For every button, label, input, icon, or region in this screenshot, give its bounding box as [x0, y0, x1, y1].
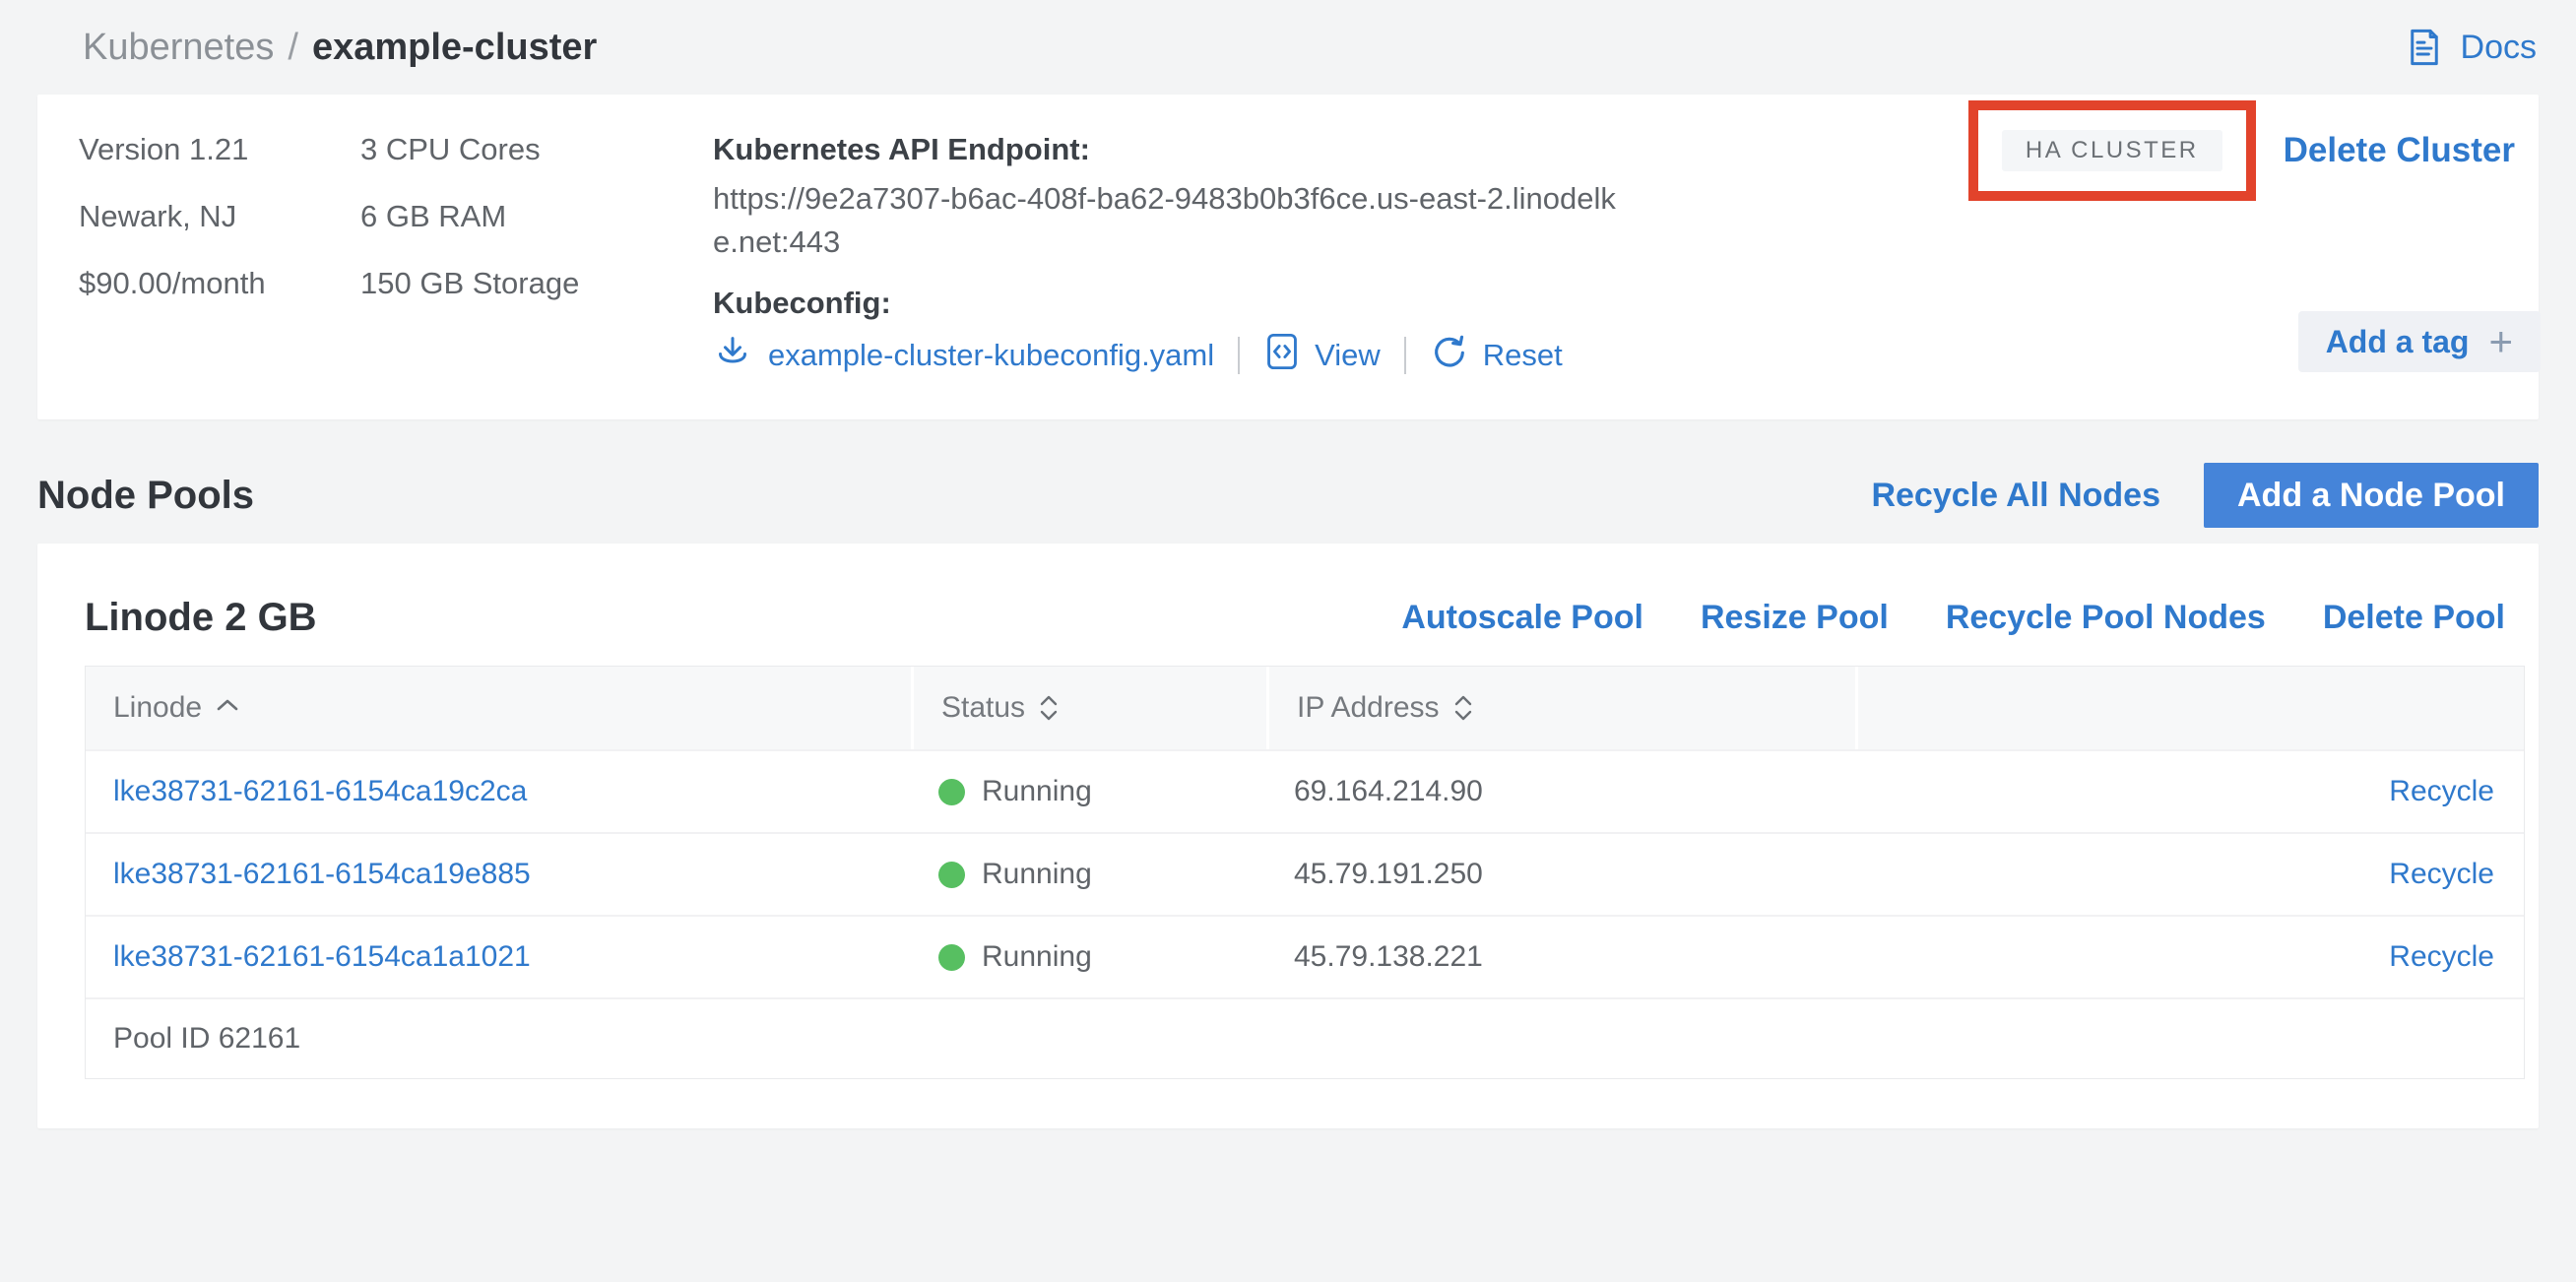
node-ip: 45.79.191.250 — [1294, 858, 1483, 891]
cluster-cpu: 3 CPU Cores — [360, 132, 713, 167]
ha-row: HA CLUSTER Delete Cluster — [1968, 100, 2515, 201]
add-tag-button[interactable]: Add a tag + — [2298, 311, 2541, 372]
table-header: Linode Status IP Address — [86, 667, 2524, 749]
docs-icon — [2404, 27, 2445, 68]
recycle-node-button[interactable]: Recycle — [2389, 858, 2494, 891]
topbar: Kubernetes / example-cluster Docs — [0, 0, 2576, 95]
column-header-actions — [1855, 667, 2524, 749]
kubeconfig-file-link[interactable]: example-cluster-kubeconfig.yaml — [768, 338, 1214, 373]
status-running-icon — [938, 944, 965, 971]
cluster-ram: 6 GB RAM — [360, 199, 713, 234]
api-endpoint-label: Kubernetes API Endpoint: — [713, 132, 1688, 167]
node-pools-header: Node Pools Recycle All Nodes Add a Node … — [37, 463, 2539, 528]
sort-icon — [1039, 695, 1059, 721]
column-header-ip[interactable]: IP Address — [1266, 667, 1855, 749]
status-text: Running — [982, 858, 1092, 891]
sort-asc-icon — [216, 686, 239, 720]
recycle-pool-nodes-button[interactable]: Recycle Pool Nodes — [1946, 599, 2266, 637]
view-label: View — [1315, 338, 1381, 373]
code-icon — [1263, 331, 1301, 380]
table-row: lke38731-62161-6154ca19e885 Running 45.7… — [86, 832, 2524, 915]
column-header-linode[interactable]: Linode — [86, 667, 911, 749]
cluster-price: $90.00/month — [79, 266, 360, 301]
breadcrumb-separator: / — [288, 27, 298, 69]
reset-label: Reset — [1483, 338, 1563, 373]
endpoint-block: Kubernetes API Endpoint: https://9e2a730… — [713, 132, 1688, 378]
table-row: lke38731-62161-6154ca1a1021 Running 45.7… — [86, 915, 2524, 997]
status-text: Running — [982, 775, 1092, 808]
node-ip: 69.164.214.90 — [1294, 775, 1483, 808]
view-kubeconfig-button[interactable]: View — [1263, 331, 1381, 380]
node-link[interactable]: lke38731-62161-6154ca19e885 — [113, 858, 531, 891]
node-link[interactable]: lke38731-62161-6154ca19c2ca — [113, 775, 527, 808]
spec-column-2: 3 CPU Cores 6 GB RAM 150 GB Storage — [360, 132, 713, 378]
node-table: Linode Status IP Address — [85, 666, 2525, 1079]
spec-column-1: Version 1.21 Newark, NJ $90.00/month — [79, 132, 360, 378]
delete-pool-button[interactable]: Delete Pool — [2323, 599, 2505, 637]
docs-link[interactable]: Docs — [2404, 27, 2537, 68]
reset-icon — [1430, 332, 1469, 379]
node-link[interactable]: lke38731-62161-6154ca1a1021 — [113, 940, 531, 974]
api-endpoint-url: https://9e2a7307-b6ac-408f-ba62-9483b0b3… — [713, 177, 1629, 264]
add-node-pool-button[interactable]: Add a Node Pool — [2204, 463, 2539, 528]
recycle-node-button[interactable]: Recycle — [2389, 940, 2494, 974]
pool-head: Linode 2 GB Autoscale Pool Resize Pool R… — [85, 589, 2505, 646]
add-tag-label: Add a tag — [2326, 324, 2470, 360]
breadcrumb: Kubernetes / example-cluster — [83, 27, 597, 69]
cluster-summary-panel: Version 1.21 Newark, NJ $90.00/month 3 C… — [37, 95, 2539, 419]
column-header-status[interactable]: Status — [911, 667, 1266, 749]
resize-pool-button[interactable]: Resize Pool — [1701, 599, 1889, 637]
node-ip: 45.79.138.221 — [1294, 940, 1483, 974]
reset-kubeconfig-button[interactable]: Reset — [1430, 332, 1563, 379]
breadcrumb-section-link[interactable]: Kubernetes — [83, 27, 274, 69]
kubeconfig-actions: example-cluster-kubeconfig.yaml View — [713, 333, 1688, 378]
ha-cluster-badge: HA CLUSTER — [2002, 130, 2222, 171]
plus-icon: + — [2488, 321, 2513, 362]
status-running-icon — [938, 779, 965, 805]
divider — [1404, 337, 1406, 374]
pool-actions: Autoscale Pool Resize Pool Recycle Pool … — [1401, 599, 2505, 637]
docs-label: Docs — [2461, 29, 2537, 67]
cluster-region: Newark, NJ — [79, 199, 360, 234]
cluster-storage: 150 GB Storage — [360, 266, 713, 301]
recycle-node-button[interactable]: Recycle — [2389, 775, 2494, 808]
download-icon — [713, 332, 752, 379]
status-text: Running — [982, 940, 1092, 974]
delete-cluster-button[interactable]: Delete Cluster — [2284, 131, 2515, 170]
highlight-rectangle: HA CLUSTER — [1968, 100, 2256, 201]
breadcrumb-cluster-name: example-cluster — [312, 27, 597, 69]
pool-card: Linode 2 GB Autoscale Pool Resize Pool R… — [37, 544, 2539, 1128]
divider — [1238, 337, 1240, 374]
node-pools-title: Node Pools — [37, 474, 254, 518]
recycle-all-nodes-button[interactable]: Recycle All Nodes — [1871, 477, 2160, 515]
pool-id-footer: Pool ID 62161 — [86, 997, 2524, 1078]
status-running-icon — [938, 862, 965, 888]
sort-icon — [1453, 695, 1473, 721]
kubeconfig-label: Kubeconfig: — [713, 286, 1688, 321]
table-row: lke38731-62161-6154ca19c2ca Running 69.1… — [86, 749, 2524, 832]
pool-name: Linode 2 GB — [85, 596, 317, 640]
autoscale-pool-button[interactable]: Autoscale Pool — [1401, 599, 1643, 637]
cluster-version: Version 1.21 — [79, 132, 360, 167]
